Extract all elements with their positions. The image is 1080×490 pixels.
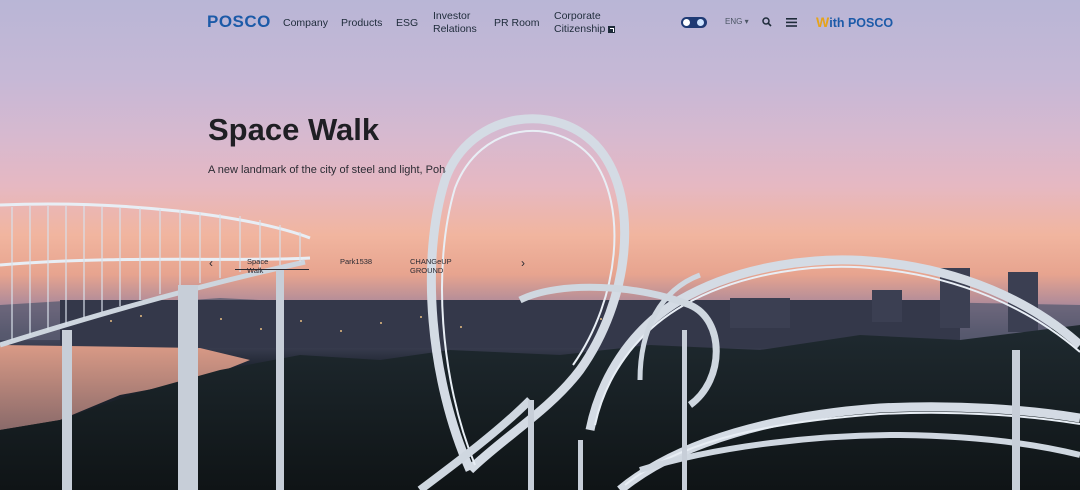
posco-logo[interactable]: POSCO bbox=[207, 12, 271, 32]
language-selector[interactable]: ENG ▾ bbox=[725, 17, 749, 26]
toggle-knob bbox=[683, 19, 690, 26]
nav-products[interactable]: Products bbox=[341, 17, 382, 30]
chevron-down-icon: ▾ bbox=[744, 17, 749, 26]
nav-investor-relations-line1: Investor bbox=[433, 10, 471, 22]
search-icon[interactable] bbox=[762, 17, 772, 27]
nav-pr-room[interactable]: PR Room bbox=[494, 17, 540, 30]
menu-icon[interactable] bbox=[786, 18, 797, 27]
with-posco-label: ith POSCO bbox=[829, 16, 894, 30]
chevron-right-icon[interactable]: › bbox=[521, 257, 525, 269]
slide-tab-park1538[interactable]: Park1538 bbox=[340, 257, 372, 266]
slide-progress-bar bbox=[235, 269, 309, 270]
moon-icon bbox=[697, 19, 704, 26]
with-posco-w: W bbox=[816, 14, 830, 30]
nav-company[interactable]: Company bbox=[283, 17, 328, 30]
chevron-left-icon[interactable]: ‹ bbox=[209, 257, 213, 269]
external-link-icon bbox=[608, 26, 616, 33]
slide-tab-changeup-ground[interactable]: CHANGeUP GROUND bbox=[410, 257, 452, 275]
site-header: POSCO Company Products ESG Investor Rela… bbox=[0, 0, 1080, 46]
nav-corporate-citizenship-line1: Corporate bbox=[554, 10, 601, 22]
hero-banner: POSCO Company Products ESG Investor Rela… bbox=[0, 0, 1080, 490]
theme-toggle-icon[interactable] bbox=[681, 17, 707, 28]
hero-subtitle: A new landmark of the city of steel and … bbox=[208, 164, 446, 176]
space-walk-photo bbox=[0, 114, 1080, 490]
nav-esg[interactable]: ESG bbox=[396, 17, 418, 30]
slide-tab-space-walk[interactable]: Space Walk bbox=[247, 257, 268, 275]
nav-investor-relations[interactable]: Investor Relations bbox=[433, 10, 477, 36]
nav-investor-relations-line2: Relations bbox=[433, 23, 477, 35]
hero-title: Space Walk bbox=[208, 112, 380, 147]
nav-corporate-citizenship[interactable]: Corporate Citizenship bbox=[554, 10, 616, 36]
language-label: ENG bbox=[725, 17, 743, 26]
with-posco-link[interactable]: With POSCO bbox=[816, 14, 893, 30]
nav-corporate-citizenship-line2: Citizenship bbox=[554, 23, 606, 35]
